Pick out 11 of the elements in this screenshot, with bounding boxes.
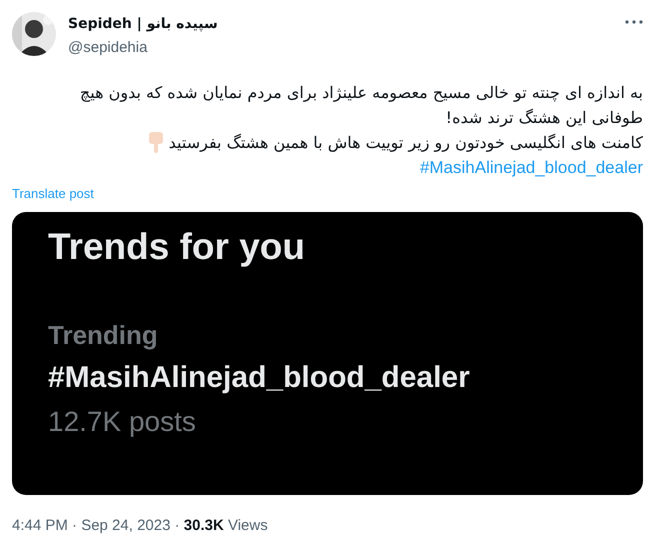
card-title: Trends for you (48, 225, 306, 269)
author-handle[interactable]: @sepidehia (68, 37, 218, 60)
post-metadata: 4:44 PM · Sep 24, 2023 · 30.3K Views (12, 516, 269, 536)
trend-label: Trending (48, 319, 159, 352)
trend-hashtag: #MasihAlinejad_blood_dealer (48, 360, 471, 396)
trend-post-count: 12.7K posts (48, 405, 197, 439)
tweet-text: به اندازه ای چنته تو خالی مسیح معصومه علینژاد برای مردم نمایان شده که بدون هیچ طوفانی این هشتگ ترند شده! (78, 82, 643, 129)
tweet-text: کامنت های انگلیسی خودتون رو زیر توییت هاش با همین هشتگ بفرستید (168, 132, 643, 154)
more-icon[interactable] (625, 20, 643, 24)
author-name[interactable]: Sepideh | سپیده بانو (68, 14, 218, 35)
pointing-down-hand-icon (146, 131, 165, 153)
